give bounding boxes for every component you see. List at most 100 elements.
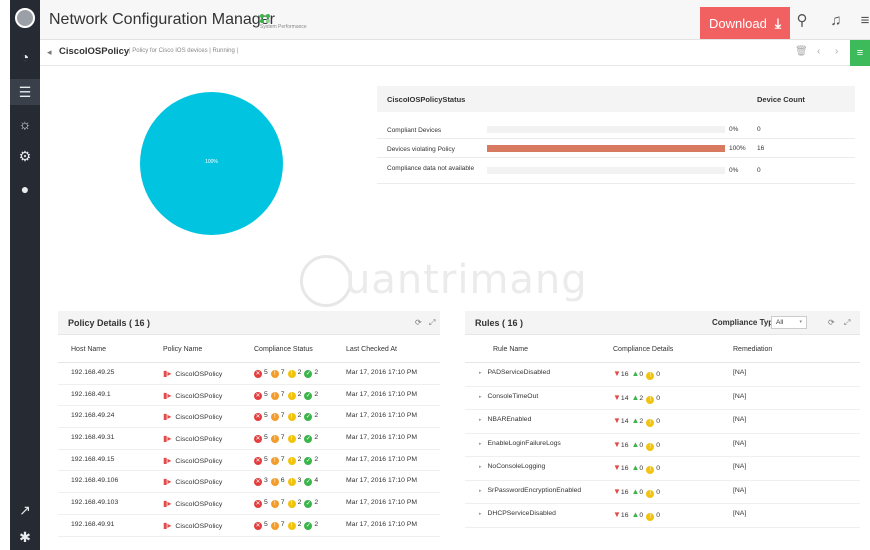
table-row[interactable]: ▸ EnableLoginFailureLogs ▼16 ▲0! 0 [NA] bbox=[465, 434, 860, 457]
last-checked-at: Mar 17, 2016 17:10 PM bbox=[346, 434, 418, 442]
warning-icon: ! bbox=[270, 435, 279, 444]
menu-icon[interactable]: ≡ bbox=[856, 12, 870, 30]
notification-bell-icon[interactable]: ♫ bbox=[827, 12, 845, 30]
settings-gear-icon[interactable]: ✱ bbox=[10, 524, 40, 550]
dashboard-gauge-icon[interactable]: ◔ bbox=[10, 44, 40, 70]
table-row[interactable]: 192.168.49.24 ▮▸ CiscoIOSPolicy ✕ 5! 7! 2 ✓ 2 Mar… bbox=[58, 406, 440, 429]
host-name[interactable]: 192.168.49.24 bbox=[71, 412, 114, 419]
info-icon: ! bbox=[646, 466, 655, 474]
expand-arrow-icon[interactable]: ▸ bbox=[479, 370, 482, 376]
table-row[interactable]: ▸ NBAREnabled ▼14 ▲2! 0 [NA] bbox=[465, 410, 860, 434]
rule-name[interactable]: ▸ SrPasswordEncryptionEnabled bbox=[479, 487, 581, 494]
rule-name[interactable]: ▸ NBAREnabled bbox=[479, 416, 531, 423]
expand-arrow-icon[interactable]: ▸ bbox=[479, 488, 482, 494]
expand-icon[interactable]: ⤢ bbox=[844, 318, 850, 328]
back-arrow-icon[interactable]: ◂ bbox=[47, 47, 52, 58]
policy-name[interactable]: ▮▸ CiscoIOSPolicy bbox=[163, 391, 222, 400]
last-checked-at: Mar 17, 2016 17:10 PM bbox=[346, 477, 418, 485]
table-row[interactable]: 192.168.49.1 ▮▸ CiscoIOSPolicy ✕ 5! 7! 2 ✓ 2 Mar … bbox=[58, 385, 440, 407]
previous-icon[interactable]: ‹ bbox=[817, 46, 820, 57]
host-name[interactable]: 192.168.49.31 bbox=[71, 434, 114, 441]
table-row[interactable]: ▸ NoConsoleLogging ▼16 ▲0! 0 [NA] bbox=[465, 457, 860, 481]
violation-flag-icon: ▮▸ bbox=[163, 434, 172, 444]
info-count: 2 bbox=[297, 390, 302, 398]
rule-name[interactable]: ▸ NoConsoleLogging bbox=[479, 463, 545, 470]
reports-chart-icon[interactable]: ↗ bbox=[10, 497, 40, 523]
search-icon[interactable]: ⚲ bbox=[793, 12, 811, 30]
info-count: 2 bbox=[297, 455, 302, 463]
policy-name[interactable]: ▮▸ CiscoIOSPolicy bbox=[163, 369, 222, 378]
download-icon: ⤓ bbox=[774, 14, 782, 31]
na-count: 0 bbox=[656, 512, 660, 519]
rule-name[interactable]: ▸ PADServiceDisabled bbox=[479, 369, 550, 376]
download-button[interactable]: Download ⤓ bbox=[700, 7, 790, 39]
side-panel-toggle-icon[interactable]: ≡ bbox=[850, 40, 870, 66]
policy-name[interactable]: ▮▸ CiscoIOSPolicy bbox=[163, 499, 222, 508]
chat-icon[interactable]: ● bbox=[10, 176, 40, 202]
rule-name[interactable]: ▸ EnableLoginFailureLogs bbox=[479, 440, 561, 447]
error-icon: ✕ bbox=[254, 521, 262, 530]
rule-name[interactable]: ▸ DHCPServiceDisabled bbox=[479, 510, 556, 517]
status-row-violating[interactable]: Devices violating Policy 100% 16 bbox=[377, 139, 855, 158]
system-performance-icon[interactable] bbox=[260, 14, 274, 24]
compliance-type-select[interactable]: All ▾ bbox=[771, 316, 807, 329]
user-avatar[interactable] bbox=[15, 8, 35, 28]
table-row[interactable]: ▸ ConsoleTimeOut ▼14 ▲2! 0 [NA] bbox=[465, 387, 860, 410]
rule-name-label: SrPasswordEncryptionEnabled bbox=[487, 486, 582, 494]
remediation: [NA] bbox=[733, 369, 747, 376]
table-row[interactable]: 192.168.49.25 ▮▸ CiscoIOSPolicy ✕ 5! 7! 2 ✓ 2 Mar… bbox=[58, 363, 440, 385]
policy-name[interactable]: ▮▸ CiscoIOSPolicy bbox=[163, 477, 222, 486]
host-name[interactable]: 192.168.49.25 bbox=[71, 369, 114, 376]
host-name[interactable]: 192.168.49.1 bbox=[71, 391, 111, 398]
table-row[interactable]: 192.168.49.106 ▮▸ CiscoIOSPolicy ✕ 3! 6! 3 ✓ 4 Ma… bbox=[58, 471, 440, 494]
expand-arrow-icon[interactable]: ▸ bbox=[479, 417, 482, 423]
success-check-icon: ✓ bbox=[304, 500, 313, 509]
col-host-name[interactable]: Host Name bbox=[71, 346, 106, 353]
policy-name[interactable]: ▮▸ CiscoIOSPolicy bbox=[163, 412, 222, 421]
na-count: 0 bbox=[656, 418, 660, 425]
col-compliance-status[interactable]: Compliance Status bbox=[254, 346, 313, 353]
rule-name-label: NoConsoleLogging bbox=[487, 463, 546, 470]
table-row[interactable]: 192.168.49.103 ▮▸ CiscoIOSPolicy ✕ 5! 7! 2 ✓ 2 Ma… bbox=[58, 493, 440, 515]
policy-name[interactable]: ▮▸ CiscoIOSPolicy bbox=[163, 434, 222, 443]
expand-arrow-icon[interactable]: ▸ bbox=[479, 441, 482, 447]
col-compliance-details[interactable]: Compliance Details bbox=[613, 346, 673, 353]
network-config-icon[interactable]: ⚙ bbox=[10, 143, 40, 169]
host-name[interactable]: 192.168.49.91 bbox=[71, 521, 114, 528]
compliance-details: ▼16 ▲0! 0 bbox=[613, 510, 663, 521]
col-last-checked[interactable]: Last Checked At bbox=[346, 346, 397, 353]
inventory-list-icon[interactable]: ☰ bbox=[10, 79, 40, 105]
table-row[interactable]: ▸ PADServiceDisabled ▼16 ▲0! 0 [NA] bbox=[465, 363, 860, 387]
table-row[interactable]: ▸ SrPasswordEncryptionEnabled ▼16 ▲0! 0 [NA] bbox=[465, 481, 860, 504]
expand-arrow-icon[interactable]: ▸ bbox=[479, 464, 482, 470]
col-policy-name[interactable]: Policy Name bbox=[163, 346, 202, 353]
refresh-icon[interactable]: ⟳ bbox=[415, 318, 422, 327]
alarms-icon[interactable]: ☼ bbox=[10, 111, 40, 137]
compliance-status: ✕ 5! 7! 2 ✓ 2 bbox=[254, 434, 321, 444]
expand-arrow-icon[interactable]: ▸ bbox=[479, 394, 482, 400]
refresh-icon[interactable]: ⟳ bbox=[828, 318, 835, 327]
expand-icon[interactable]: ⤢ bbox=[429, 318, 435, 328]
table-row[interactable]: ▸ DHCPServiceDisabled ▼16 ▲0! 0 [NA] bbox=[465, 504, 860, 528]
policy-name[interactable]: ▮▸ CiscoIOSPolicy bbox=[163, 456, 222, 465]
host-name[interactable]: 192.168.49.103 bbox=[71, 499, 118, 506]
rule-name[interactable]: ▸ ConsoleTimeOut bbox=[479, 393, 538, 400]
status-row-compliant[interactable]: Compliant Devices 0% 0 bbox=[377, 120, 855, 139]
status-row-not-available[interactable]: Compliance data not available 0% 0 bbox=[377, 158, 855, 184]
warning-count: 7 bbox=[280, 455, 285, 463]
table-row[interactable]: 192.168.49.91 ▮▸ CiscoIOSPolicy ✕ 5! 7! 2 ✓ 2 Mar… bbox=[58, 515, 440, 537]
policy-name-label: CiscoIOSPolicy bbox=[175, 501, 223, 509]
host-name[interactable]: 192.168.49.106 bbox=[71, 477, 118, 484]
col-remediation[interactable]: Remediation bbox=[733, 346, 772, 353]
next-icon[interactable]: › bbox=[835, 46, 838, 57]
compliant-count: 0 bbox=[639, 441, 644, 449]
success-count: 2 bbox=[314, 499, 319, 507]
policy-name[interactable]: ▮▸ CiscoIOSPolicy bbox=[163, 521, 222, 530]
table-row[interactable]: 192.168.49.31 ▮▸ CiscoIOSPolicy ✕ 5! 7! 2 ✓ 2 Mar… bbox=[58, 428, 440, 450]
table-row[interactable]: 192.168.49.15 ▮▸ CiscoIOSPolicy ✕ 5! 7! 2 ✓ 2 Mar… bbox=[58, 450, 440, 472]
col-rule-name[interactable]: Rule Name bbox=[493, 346, 528, 353]
delete-icon[interactable]: 🗑 bbox=[795, 46, 808, 57]
policy-status-table: CiscoIOSPolicyStatus Device Count Compli… bbox=[377, 86, 855, 184]
host-name[interactable]: 192.168.49.15 bbox=[71, 456, 114, 463]
expand-arrow-icon[interactable]: ▸ bbox=[479, 511, 482, 517]
